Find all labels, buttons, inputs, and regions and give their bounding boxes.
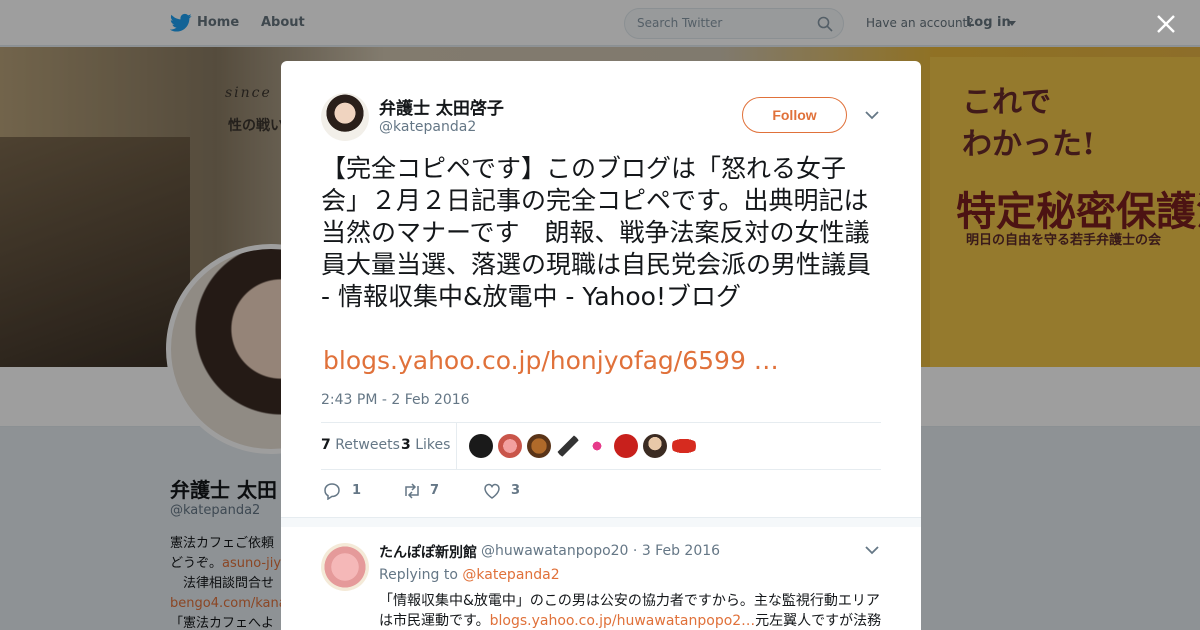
replying-to-handle[interactable]: @katepanda2 [462, 567, 559, 583]
tweet-stats: 7 Retweets 3 Likes [321, 422, 881, 470]
retweet-icon[interactable] [402, 482, 422, 500]
tweet-timestamp[interactable]: 2:43 PM - 2 Feb 2016 [321, 392, 470, 408]
likes-count: 3 [401, 437, 411, 453]
reply-icon[interactable] [323, 482, 341, 500]
retweets-label: Retweets [335, 437, 400, 453]
tweet-text: 【完全コピペです】このブログは「怒れる女子会」２月２日記事の完全コピペです。出典… [321, 154, 872, 311]
liker-avatar[interactable] [614, 434, 638, 458]
replying-to: Replying to @katepanda2 [379, 567, 560, 583]
tweet-modal: 弁護士 太田啓子 @katepanda2 Follow 【完全コピペです】このブ… [281, 61, 921, 630]
reply-author-name[interactable]: たんぽぽ新別館 [379, 542, 477, 562]
liker-avatar[interactable] [498, 434, 522, 458]
liker-avatar[interactable] [469, 434, 493, 458]
replies-separator [281, 517, 921, 527]
reply-author-avatar[interactable] [321, 543, 369, 591]
chevron-down-icon[interactable] [865, 545, 879, 555]
reply-text: 「情報収集中&放電中」のこの男は公安の協力者ですから。主な監視行動エリアは市民運… [379, 591, 884, 630]
reply-date[interactable]: · 3 Feb 2016 [633, 543, 720, 559]
author-avatar[interactable] [321, 93, 369, 141]
tweet-link[interactable]: blogs.yahoo.co.jp/honjyofag/6599 … [323, 345, 779, 377]
retweets-stat[interactable]: 7 Retweets [321, 437, 400, 453]
liker-avatar[interactable] [527, 434, 551, 458]
liker-avatar[interactable] [585, 434, 609, 458]
likes-stat[interactable]: 3 Likes [401, 437, 450, 453]
reply-handle-text: @huwawatanpopo20 [481, 543, 629, 559]
retweet-count: 7 [430, 483, 440, 498]
close-icon[interactable] [1156, 14, 1176, 34]
liker-avatar[interactable] [556, 434, 580, 458]
reply-author-handle[interactable]: @huwawatanpopo20 · 3 Feb 2016 [481, 543, 720, 559]
tweet-actions: 1 7 3 [321, 479, 621, 503]
heart-icon[interactable] [483, 482, 501, 500]
reply-count: 1 [352, 483, 362, 498]
follow-button[interactable]: Follow [742, 97, 847, 133]
stats-divider [456, 423, 457, 469]
chevron-down-icon[interactable] [865, 110, 879, 120]
likes-label: Likes [415, 437, 451, 453]
replying-to-label: Replying to [379, 567, 458, 583]
author-name[interactable]: 弁護士 太田啓子 [379, 94, 504, 119]
like-count: 3 [511, 483, 521, 498]
retweets-count: 7 [321, 437, 331, 453]
reply-link[interactable]: blogs.yahoo.co.jp/huwawatanpopo2… [490, 613, 756, 629]
author-handle[interactable]: @katepanda2 [379, 119, 476, 135]
liker-avatar[interactable] [672, 434, 696, 458]
liker-avatar[interactable] [643, 434, 667, 458]
